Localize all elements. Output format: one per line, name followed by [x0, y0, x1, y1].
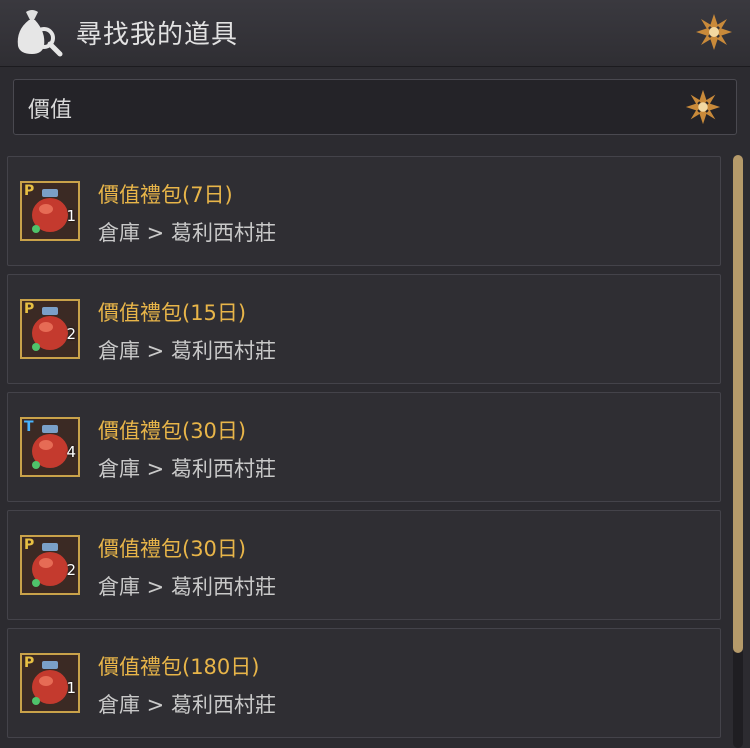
results-scrollbar[interactable]	[733, 155, 743, 748]
search-input-value[interactable]: 價值	[28, 92, 72, 124]
find-my-item-panel: 尋找我的道具 價值 P 1 價值禮包(7日) 倉庫 > 葛利西村莊 P 2 價值…	[0, 0, 750, 748]
item-grade-badge: P	[24, 183, 35, 199]
item-location: 倉庫 > 葛利西村莊	[98, 221, 276, 245]
item-grade-badge: T	[24, 419, 34, 435]
item-quantity: 2	[66, 325, 76, 343]
item-slot[interactable]: P 1	[20, 653, 80, 713]
ornate-star-close-icon[interactable]	[694, 12, 734, 52]
item-slot[interactable]: P 1	[20, 181, 80, 241]
money-bag-search-icon	[17, 10, 63, 57]
result-row[interactable]: T 4 價值禮包(30日) 倉庫 > 葛利西村莊	[7, 392, 721, 502]
scrollbar-thumb[interactable]	[733, 155, 743, 653]
item-location: 倉庫 > 葛利西村莊	[98, 457, 276, 481]
item-name: 價值禮包(15日)	[98, 301, 247, 325]
item-grade-badge: P	[24, 301, 35, 317]
item-name: 價值禮包(7日)	[98, 183, 233, 207]
item-name: 價值禮包(180日)	[98, 655, 260, 679]
result-row[interactable]: P 2 價值禮包(15日) 倉庫 > 葛利西村莊	[7, 274, 721, 384]
item-slot[interactable]: T 4	[20, 417, 80, 477]
item-quantity: 2	[66, 561, 76, 579]
result-row[interactable]: P 2 價值禮包(30日) 倉庫 > 葛利西村莊	[7, 510, 721, 620]
item-slot[interactable]: P 2	[20, 299, 80, 359]
result-row[interactable]: P 1 價值禮包(180日) 倉庫 > 葛利西村莊	[7, 628, 721, 738]
item-location: 倉庫 > 葛利西村莊	[98, 575, 276, 599]
panel-title: 尋找我的道具	[76, 20, 239, 50]
result-row[interactable]: P 1 價值禮包(7日) 倉庫 > 葛利西村莊	[7, 156, 721, 266]
item-grade-badge: P	[24, 537, 35, 553]
item-name: 價值禮包(30日)	[98, 419, 247, 443]
item-quantity: 4	[66, 443, 76, 461]
item-name: 價值禮包(30日)	[98, 537, 247, 561]
ornate-star-clear-icon[interactable]	[684, 88, 722, 126]
item-grade-badge: P	[24, 655, 35, 671]
item-quantity: 1	[66, 207, 76, 225]
item-quantity: 1	[66, 679, 76, 697]
item-location: 倉庫 > 葛利西村莊	[98, 693, 276, 717]
results-list: P 1 價值禮包(7日) 倉庫 > 葛利西村莊 P 2 價值禮包(15日) 倉庫…	[0, 150, 730, 748]
panel-header: 尋找我的道具	[0, 0, 750, 67]
item-location: 倉庫 > 葛利西村莊	[98, 339, 276, 363]
item-slot[interactable]: P 2	[20, 535, 80, 595]
search-input[interactable]: 價值	[13, 79, 737, 135]
